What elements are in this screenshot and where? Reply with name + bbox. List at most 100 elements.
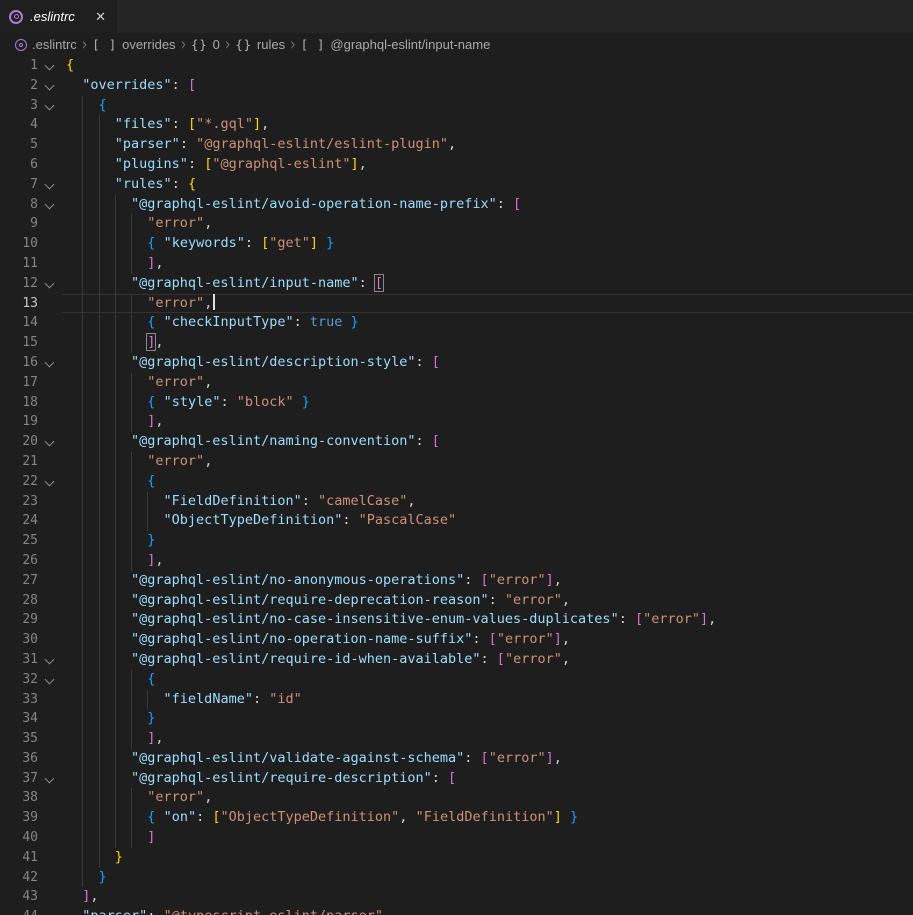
code-text[interactable]: { "on": ["ObjectTypeDefinition", "FieldD… bbox=[62, 808, 913, 828]
code-line[interactable]: 43 ], bbox=[0, 887, 913, 907]
code-line[interactable]: 3 { bbox=[0, 96, 913, 116]
line-number[interactable]: 35 bbox=[0, 729, 38, 749]
code-line[interactable]: 5 "parser": "@graphql-eslint/eslint-plug… bbox=[0, 135, 913, 155]
line-number[interactable]: 15 bbox=[0, 333, 38, 353]
code-text[interactable]: "@graphql-eslint/require-description": [ bbox=[62, 769, 913, 789]
code-text[interactable]: "parser": "@typescript-eslint/parser", bbox=[62, 907, 913, 915]
code-line[interactable]: 18 { "style": "block" } bbox=[0, 393, 913, 413]
line-number[interactable]: 34 bbox=[0, 709, 38, 729]
code-text[interactable]: } bbox=[62, 709, 913, 729]
line-number[interactable]: 38 bbox=[0, 788, 38, 808]
chevron-down-icon[interactable] bbox=[38, 432, 62, 452]
code-line[interactable]: 35 ], bbox=[0, 729, 913, 749]
code-text[interactable]: ], bbox=[62, 551, 913, 571]
code-text[interactable]: "files": ["*.gql"], bbox=[62, 115, 913, 135]
code-text[interactable]: "@graphql-eslint/no-anonymous-operations… bbox=[62, 571, 913, 591]
code-line[interactable]: 7 "rules": { bbox=[0, 175, 913, 195]
code-line[interactable]: 16 "@graphql-eslint/description-style": … bbox=[0, 353, 913, 373]
code-text[interactable]: } bbox=[62, 848, 913, 868]
code-line[interactable]: 13 "error", bbox=[0, 294, 913, 314]
line-number[interactable]: 9 bbox=[0, 214, 38, 234]
code-text[interactable]: { "checkInputType": true } bbox=[62, 313, 913, 333]
line-number[interactable]: 10 bbox=[0, 234, 38, 254]
code-line[interactable]: 31 "@graphql-eslint/require-id-when-avai… bbox=[0, 650, 913, 670]
line-number[interactable]: 40 bbox=[0, 828, 38, 848]
line-number[interactable]: 4 bbox=[0, 115, 38, 135]
line-number[interactable]: 43 bbox=[0, 887, 38, 907]
line-number[interactable]: 39 bbox=[0, 808, 38, 828]
code-text[interactable]: "error", bbox=[62, 452, 913, 472]
chevron-down-icon[interactable] bbox=[38, 670, 62, 690]
code-text[interactable]: "error", bbox=[62, 214, 913, 234]
code-line[interactable]: 23 "FieldDefinition": "camelCase", bbox=[0, 492, 913, 512]
code-text[interactable]: "error", bbox=[62, 373, 913, 393]
line-number[interactable]: 13 bbox=[0, 294, 38, 314]
code-text[interactable]: { "keywords": ["get"] } bbox=[62, 234, 913, 254]
code-line[interactable]: 29 "@graphql-eslint/no-case-insensitive-… bbox=[0, 610, 913, 630]
code-text[interactable]: { bbox=[62, 472, 913, 492]
line-number[interactable]: 17 bbox=[0, 373, 38, 393]
code-line[interactable]: 9 "error", bbox=[0, 214, 913, 234]
code-line[interactable]: 38 "error", bbox=[0, 788, 913, 808]
tab-eslintrc[interactable]: .eslintrc ✕ bbox=[0, 0, 117, 33]
code-line[interactable]: 33 "fieldName": "id" bbox=[0, 690, 913, 710]
line-number[interactable]: 33 bbox=[0, 690, 38, 710]
code-text[interactable]: "@graphql-eslint/require-deprecation-rea… bbox=[62, 591, 913, 611]
code-line[interactable]: 4 "files": ["*.gql"], bbox=[0, 115, 913, 135]
line-number[interactable]: 8 bbox=[0, 195, 38, 215]
breadcrumb-item-0[interactable]: {}0 bbox=[191, 37, 220, 52]
code-line[interactable]: 6 "plugins": ["@graphql-eslint"], bbox=[0, 155, 913, 175]
code-text[interactable]: "@graphql-eslint/description-style": [ bbox=[62, 353, 913, 373]
code-line[interactable]: 27 "@graphql-eslint/no-anonymous-operati… bbox=[0, 571, 913, 591]
code-text[interactable]: ], bbox=[62, 333, 913, 353]
line-number[interactable]: 12 bbox=[0, 274, 38, 294]
breadcrumb-item-rules[interactable]: {}rules bbox=[235, 37, 285, 52]
code-text[interactable]: "parser": "@graphql-eslint/eslint-plugin… bbox=[62, 135, 913, 155]
code-text[interactable]: "error", bbox=[62, 294, 913, 314]
line-number[interactable]: 26 bbox=[0, 551, 38, 571]
line-number[interactable]: 41 bbox=[0, 848, 38, 868]
code-line[interactable]: 25 } bbox=[0, 531, 913, 551]
chevron-down-icon[interactable] bbox=[38, 96, 62, 116]
code-text[interactable]: "plugins": ["@graphql-eslint"], bbox=[62, 155, 913, 175]
code-line[interactable]: 42 } bbox=[0, 868, 913, 888]
code-text[interactable]: } bbox=[62, 868, 913, 888]
code-line[interactable]: 39 { "on": ["ObjectTypeDefinition", "Fie… bbox=[0, 808, 913, 828]
line-number[interactable]: 31 bbox=[0, 650, 38, 670]
code-text[interactable]: "fieldName": "id" bbox=[62, 690, 913, 710]
line-number[interactable]: 6 bbox=[0, 155, 38, 175]
code-line[interactable]: 17 "error", bbox=[0, 373, 913, 393]
code-text[interactable]: "@graphql-eslint/no-case-insensitive-enu… bbox=[62, 610, 913, 630]
code-line[interactable]: 21 "error", bbox=[0, 452, 913, 472]
chevron-down-icon[interactable] bbox=[38, 76, 62, 96]
line-number[interactable]: 2 bbox=[0, 76, 38, 96]
code-text[interactable]: "ObjectTypeDefinition": "PascalCase" bbox=[62, 511, 913, 531]
line-number[interactable]: 29 bbox=[0, 610, 38, 630]
code-text[interactable]: "@graphql-eslint/no-operation-name-suffi… bbox=[62, 630, 913, 650]
code-line[interactable]: 30 "@graphql-eslint/no-operation-name-su… bbox=[0, 630, 913, 650]
breadcrumb-item--eslintrc[interactable]: .eslintrc bbox=[15, 37, 77, 52]
code-line[interactable]: 32 { bbox=[0, 670, 913, 690]
chevron-down-icon[interactable] bbox=[38, 195, 62, 215]
line-number[interactable]: 7 bbox=[0, 175, 38, 195]
code-line[interactable]: 19 ], bbox=[0, 412, 913, 432]
code-line[interactable]: 36 "@graphql-eslint/validate-against-sch… bbox=[0, 749, 913, 769]
line-number[interactable]: 1 bbox=[0, 56, 38, 76]
code-line[interactable]: 37 "@graphql-eslint/require-description"… bbox=[0, 769, 913, 789]
code-text[interactable]: { bbox=[62, 56, 913, 76]
line-number[interactable]: 25 bbox=[0, 531, 38, 551]
line-number[interactable]: 28 bbox=[0, 591, 38, 611]
line-number[interactable]: 36 bbox=[0, 749, 38, 769]
line-number[interactable]: 22 bbox=[0, 472, 38, 492]
chevron-down-icon[interactable] bbox=[38, 650, 62, 670]
line-number[interactable]: 19 bbox=[0, 412, 38, 432]
code-line[interactable]: 28 "@graphql-eslint/require-deprecation-… bbox=[0, 591, 913, 611]
code-text[interactable]: ], bbox=[62, 729, 913, 749]
code-line[interactable]: 24 "ObjectTypeDefinition": "PascalCase" bbox=[0, 511, 913, 531]
code-text[interactable]: { bbox=[62, 96, 913, 116]
code-text[interactable]: "error", bbox=[62, 788, 913, 808]
code-line[interactable]: 12 "@graphql-eslint/input-name": [ bbox=[0, 274, 913, 294]
line-number[interactable]: 21 bbox=[0, 452, 38, 472]
code-line[interactable]: 11 ], bbox=[0, 254, 913, 274]
code-text[interactable]: ], bbox=[62, 412, 913, 432]
